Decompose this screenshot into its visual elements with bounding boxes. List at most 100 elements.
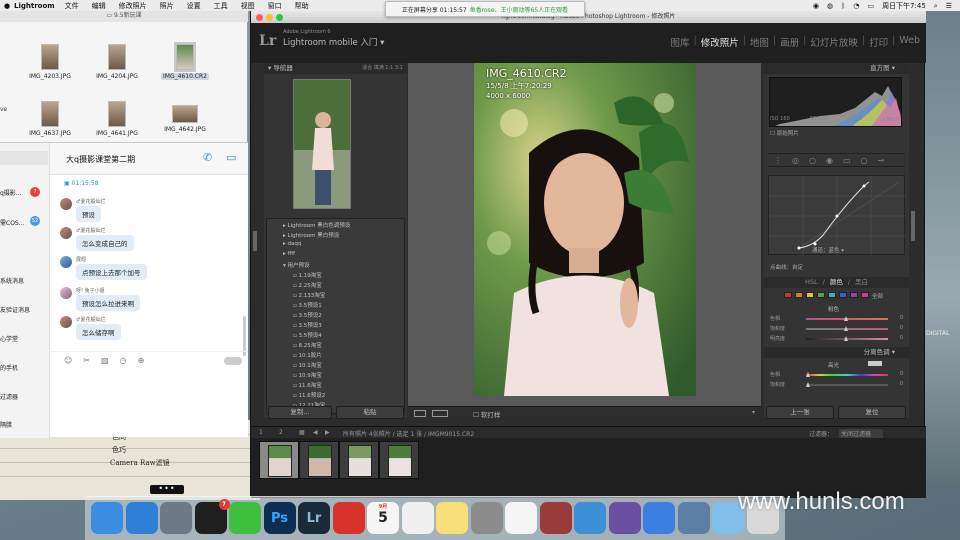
preset-item[interactable]: ▫ 11.6淘宝 bbox=[267, 381, 404, 389]
curve-channel[interactable]: 通道：蓝色 ▾ bbox=[812, 246, 844, 254]
left-panel-toggle[interactable] bbox=[253, 231, 257, 251]
avatar[interactable] bbox=[60, 227, 72, 239]
calendar-icon[interactable]: 5 9月 bbox=[367, 502, 399, 534]
image-canvas[interactable]: IMG_4610.CR2 15/5/8 上午7:20:29 4000 x 600… bbox=[408, 63, 761, 406]
module-print[interactable]: 打印 bbox=[869, 35, 888, 49]
tab-color[interactable]: 颜色 bbox=[830, 277, 843, 288]
more-dots-button[interactable]: ••• bbox=[150, 485, 184, 494]
photo-booth-icon[interactable] bbox=[539, 502, 572, 534]
color-swatch[interactable] bbox=[784, 292, 792, 298]
forward-icon[interactable]: ▶ bbox=[325, 429, 330, 436]
toggle-switch[interactable] bbox=[224, 357, 242, 365]
zoom-button[interactable] bbox=[276, 14, 283, 21]
battery-icon[interactable]: ▭ bbox=[867, 2, 874, 10]
apple-icon[interactable]: ● bbox=[0, 2, 14, 10]
zoom-options[interactable]: 适合 填满 1:1 3:1 bbox=[362, 63, 403, 74]
filmstrip-thumb[interactable] bbox=[259, 441, 299, 479]
phone-icon[interactable]: ✆ bbox=[203, 151, 212, 164]
minimize-button[interactable] bbox=[266, 14, 273, 21]
system-preferences-icon[interactable] bbox=[470, 502, 503, 534]
adjustment-brush-icon[interactable]: ⊸ bbox=[878, 156, 885, 165]
color-swatch[interactable] bbox=[861, 292, 869, 298]
color-swatch[interactable] bbox=[806, 292, 814, 298]
image-icon[interactable]: ▨ bbox=[101, 356, 109, 365]
file-item[interactable]: IMG_4641.JPG bbox=[92, 101, 142, 137]
baidu-cloud-icon[interactable] bbox=[643, 502, 675, 534]
color-swatch[interactable] bbox=[839, 292, 847, 298]
graduated-filter-icon[interactable]: ▭ bbox=[843, 156, 851, 165]
hue-slider[interactable]: 色相 0 bbox=[770, 315, 903, 323]
video-call-icon[interactable]: ▭ bbox=[226, 151, 236, 164]
spot-removal-icon[interactable]: ○ bbox=[809, 156, 816, 165]
xcode-bird-icon[interactable] bbox=[574, 502, 606, 534]
file-item[interactable]: IMG_4637.JPG bbox=[25, 101, 75, 137]
filter-select[interactable]: 关闭过滤器 bbox=[839, 429, 884, 438]
back-icon[interactable]: ◀ bbox=[313, 429, 318, 436]
contact-item[interactable]: 的手机 bbox=[0, 363, 18, 372]
copy-button[interactable]: 复制... bbox=[268, 406, 332, 419]
preset-item[interactable]: ▫ 8.25淘宝 bbox=[267, 341, 404, 349]
preset-folder[interactable]: ▸ daqq bbox=[267, 241, 404, 247]
notes-icon[interactable] bbox=[436, 502, 468, 534]
contact-item[interactable]: 心学堂 bbox=[0, 334, 18, 343]
wechat-status-icon[interactable]: ◍ bbox=[827, 2, 833, 10]
clock-icon[interactable]: ◷ bbox=[120, 356, 127, 365]
clock[interactable]: 周日下午7:45 bbox=[882, 1, 926, 11]
lightroom-icon[interactable]: Lr bbox=[298, 502, 330, 534]
preset-item[interactable]: ▫ 3.5预设4 bbox=[267, 331, 404, 339]
netease-music-icon[interactable] bbox=[332, 502, 365, 534]
highlight-saturation-slider[interactable]: 饱和度 0 bbox=[770, 381, 903, 389]
avatar[interactable] bbox=[60, 198, 72, 210]
filmstrip-thumb[interactable] bbox=[339, 441, 379, 479]
emoji-icon[interactable]: ☺ bbox=[64, 356, 72, 365]
qq-icon[interactable]: 7 bbox=[194, 499, 230, 534]
contact-item[interactable]: 系统消息 bbox=[0, 276, 24, 285]
screen-share-banner[interactable]: 正在屏幕分享 01:15:57 鱼香rose、王小丽动等65人正在观看 bbox=[385, 1, 585, 17]
preset-item[interactable]: ▫ 1.19淘宝 bbox=[267, 271, 404, 279]
safari-icon[interactable] bbox=[125, 502, 158, 534]
page-2-button[interactable]: 2 bbox=[279, 429, 283, 436]
color-swatch[interactable] bbox=[817, 292, 825, 298]
wifi-icon[interactable]: ◔ bbox=[853, 2, 859, 10]
menu-tools[interactable]: 工具 bbox=[214, 1, 228, 11]
preset-item[interactable]: ▫ 10.1胶片 bbox=[267, 351, 404, 359]
menu-app[interactable]: Lightroom bbox=[14, 2, 55, 10]
preset-item[interactable]: ▫ 2.133淘宝 bbox=[267, 291, 404, 299]
file-item-selected[interactable]: IMG_4610.CR2 bbox=[160, 42, 210, 80]
search-icon[interactable]: ⌕ bbox=[934, 2, 938, 11]
contact-item[interactable]: 过滤器 bbox=[0, 392, 18, 401]
all-colors-button[interactable]: 全部 bbox=[872, 292, 883, 300]
main-photo[interactable]: IMG_4610.CR2 15/5/8 上午7:20:29 4000 x 600… bbox=[474, 63, 696, 396]
navigator-header[interactable]: ▾ 导航器 适合 填满 1:1 3:1 bbox=[264, 63, 407, 74]
contact-item[interactable]: q摄影... bbox=[0, 188, 22, 197]
menu-help[interactable]: 帮助 bbox=[295, 1, 309, 11]
preset-item[interactable]: ▫ 3.5预设2 bbox=[267, 311, 404, 319]
menu-settings[interactable]: 设置 bbox=[187, 1, 201, 11]
preset-folder[interactable]: ▸ Lightroom 黑白预设 bbox=[267, 231, 404, 239]
softproof-toggle[interactable]: ☐ 软打样 bbox=[473, 409, 500, 419]
photoshop-icon[interactable]: Ps bbox=[263, 502, 296, 534]
loupe-view-icon[interactable] bbox=[414, 410, 426, 417]
radial-filter-icon[interactable]: ○ bbox=[861, 156, 868, 165]
page-1-button[interactable]: 1 bbox=[259, 429, 263, 436]
menu-file[interactable]: 文件 bbox=[65, 1, 79, 11]
contact-item[interactable]: 友验证消息 bbox=[0, 305, 30, 314]
preset-folder[interactable]: ▸ ffff bbox=[267, 251, 404, 257]
luminance-slider[interactable]: 明亮度 0 bbox=[770, 335, 903, 343]
highlight-hue-slider[interactable]: 色相 0 bbox=[770, 371, 903, 379]
menu-window[interactable]: 窗口 bbox=[268, 1, 282, 11]
avatar[interactable] bbox=[60, 256, 72, 268]
previous-button[interactable]: 上一张 bbox=[766, 406, 834, 419]
crop-icon[interactable]: ◎ bbox=[792, 156, 799, 165]
preset-folder[interactable]: ▸ Lightroom 黑白色调预设 bbox=[267, 221, 404, 229]
navigator-preview[interactable] bbox=[293, 79, 351, 209]
contact-item[interactable]: 隔腊 bbox=[0, 420, 12, 429]
chevron-down-icon[interactable]: ▾ bbox=[752, 409, 755, 416]
preset-item[interactable]: ▫ 10.9淘宝 bbox=[267, 371, 404, 379]
reminders-icon[interactable] bbox=[401, 502, 434, 534]
module-map[interactable]: 地图 bbox=[750, 35, 769, 49]
tab-bw[interactable]: 黑白 bbox=[855, 277, 868, 288]
contact-search-input[interactable] bbox=[0, 151, 48, 165]
video-player-icon[interactable] bbox=[608, 502, 641, 534]
point-curve-select[interactable]: 点曲线：自定 bbox=[770, 263, 803, 271]
